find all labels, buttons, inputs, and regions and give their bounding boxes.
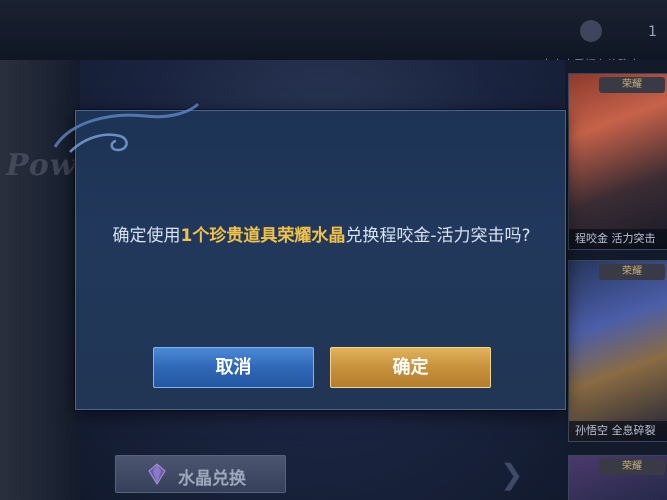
top-right-count: 1 <box>648 24 657 40</box>
top-bar-background <box>0 0 667 60</box>
skin-card[interactable]: 荣耀 程咬金 活力突击 <box>568 73 667 250</box>
cancel-button[interactable]: 取消 <box>153 347 314 388</box>
skin-card-tag: 荣耀 <box>599 459 665 475</box>
dialog-message: 确定使用1个珍贵道具荣耀水晶兑换程咬金-活力突击吗? <box>86 223 557 249</box>
confirm-button[interactable]: 确定 <box>330 347 491 388</box>
skin-card[interactable]: 荣耀 <box>568 455 667 500</box>
skin-card[interactable]: 荣耀 孙悟空 全息碎裂 <box>568 260 667 442</box>
message-prefix: 确定使用 <box>112 226 181 246</box>
next-arrow-icon: ❯ <box>500 458 524 491</box>
crystal-exchange-label: 水晶兑换 <box>178 469 246 489</box>
crystal-icon <box>148 463 166 485</box>
crystal-exchange-button[interactable]: 水晶兑换 <box>115 455 286 493</box>
message-highlight: 1个珍贵道具荣耀水晶 <box>180 226 346 246</box>
message-suffix: 兑换程咬金-活力突击吗? <box>345 226 531 246</box>
skin-card-caption: 程咬金 活力突击 <box>569 229 667 249</box>
skin-card-tag: 荣耀 <box>599 77 665 93</box>
skin-card-caption: 孙悟空 全息碎裂 <box>569 421 667 441</box>
avatar <box>580 20 602 42</box>
skin-card-tag: 荣耀 <box>599 264 665 280</box>
swirl-ornament-icon <box>53 102 200 153</box>
